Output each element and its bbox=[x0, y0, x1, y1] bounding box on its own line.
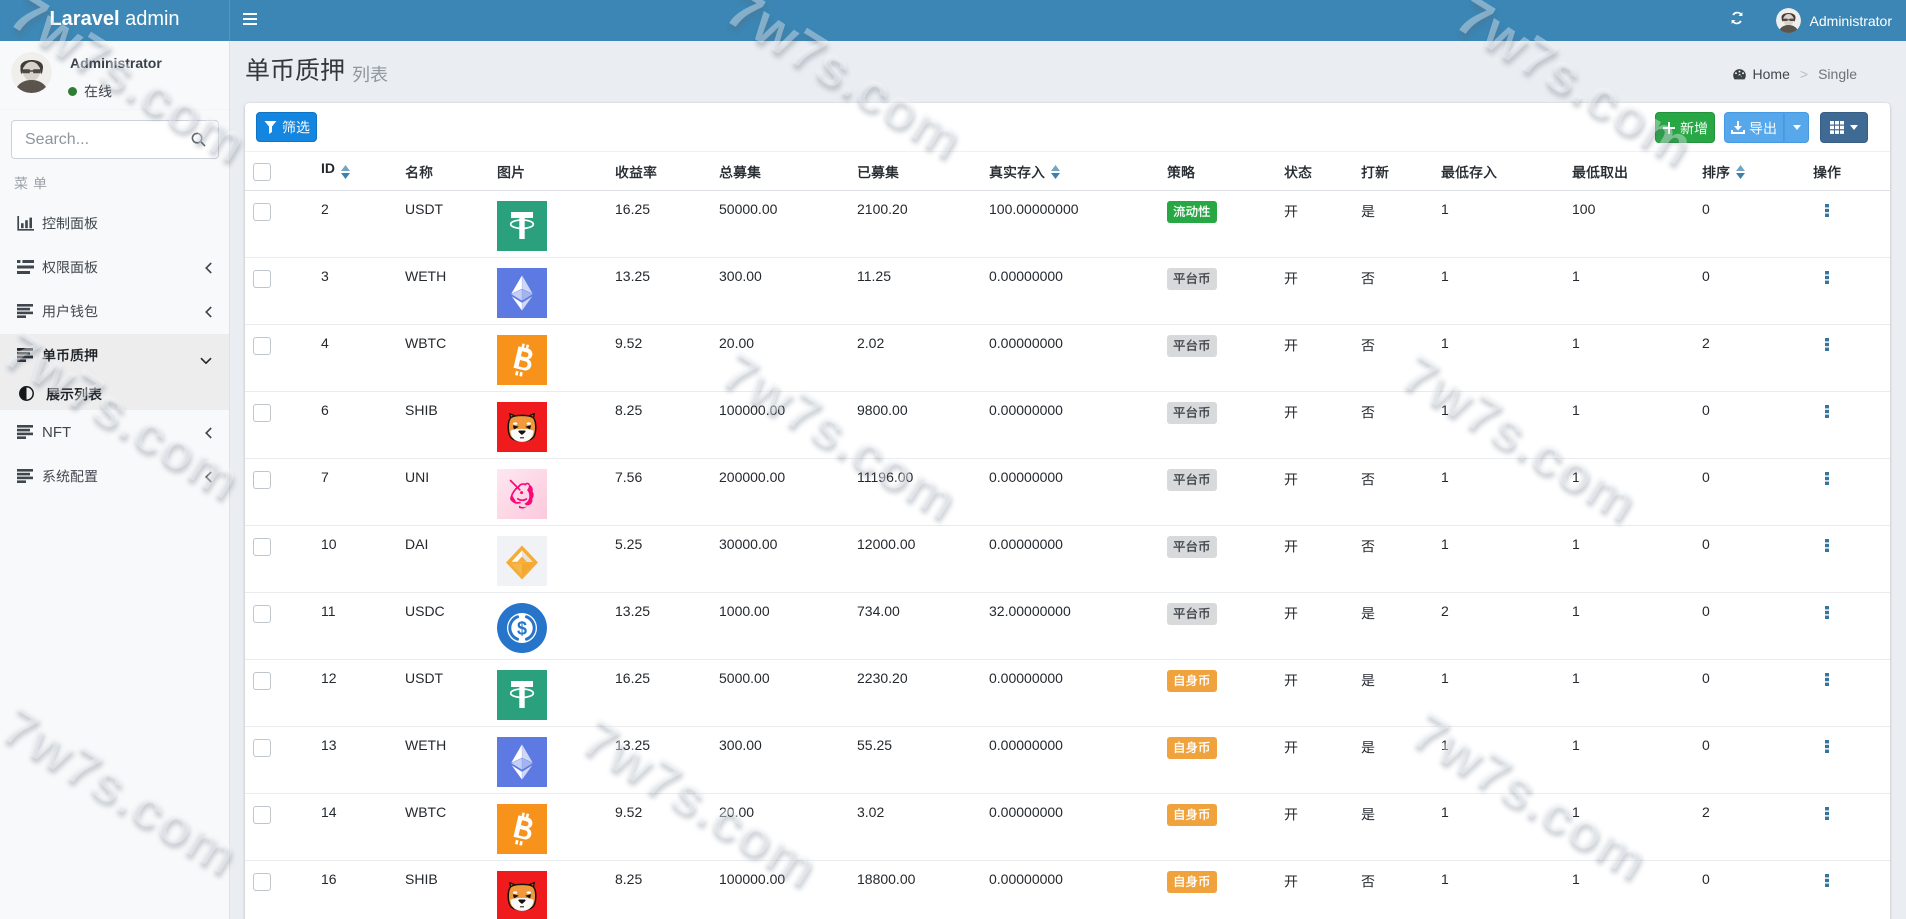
svg-text:$: $ bbox=[517, 618, 527, 638]
